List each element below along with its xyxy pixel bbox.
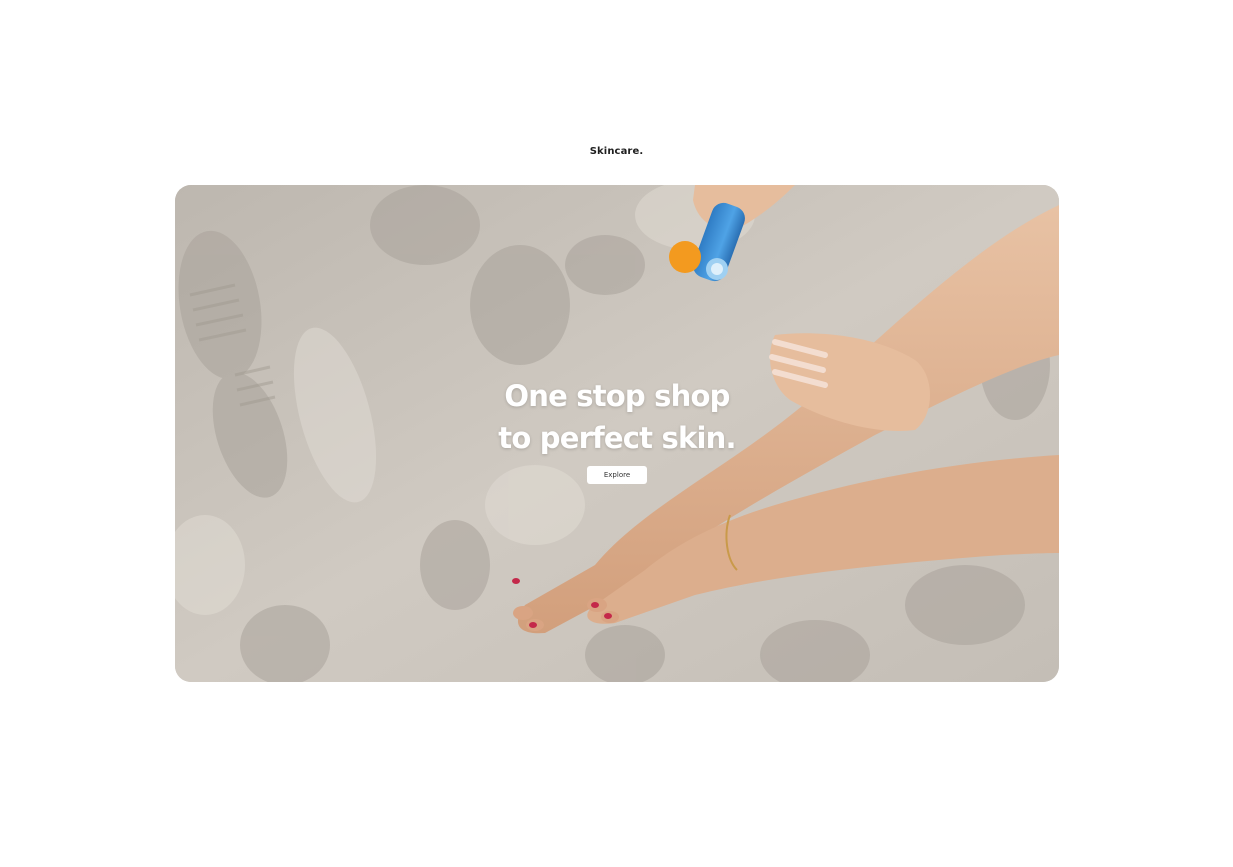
explore-button[interactable]: Explore [587,466,647,484]
hero-headline: One stop shop to perfect skin. [175,375,1059,459]
hero-headline-line-1: One stop shop [504,379,730,413]
brand-logo[interactable]: Skincare. [0,146,1233,157]
landing-page: Skincare. One stop shop to perfect skin.… [0,0,1233,867]
hero-headline-line-2: to perfect skin. [498,421,736,455]
hero-banner: One stop shop to perfect skin. Explore [175,185,1059,682]
